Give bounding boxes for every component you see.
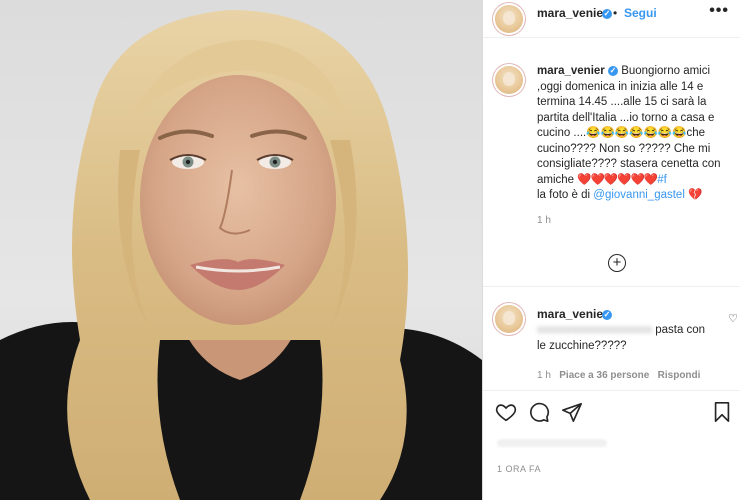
caption-time[interactable]: 1 h [537,215,551,226]
share-icon[interactable] [561,401,583,423]
divider [483,286,740,287]
photo-credit-prefix: la foto è di [537,189,591,201]
post-header: mara_venier ✓ • Segui ••• [483,0,740,38]
follow-button[interactable]: Segui [624,6,657,20]
caption-mention[interactable]: @giovanni_gastel [593,189,685,201]
comment-avatar[interactable] [495,305,523,333]
caption-username[interactable]: mara_venier [537,65,605,77]
author-avatar[interactable] [495,5,523,33]
heart-icon[interactable] [495,401,517,423]
action-bar: 1 ORA FA [483,390,740,501]
caption-hashtag[interactable]: #f [657,174,667,186]
comment-hidden-text: xxxxxxxxxxxxxxxxxxxx [537,324,652,336]
post-caption: mara_venier ✓ Buongiorno amici ,oggi dom… [537,64,733,204]
verified-badge-icon: ✓ [602,310,612,320]
comment-text: xxxxxxxxxxxxxxxxxxxx pasta con le zucchi… [537,323,717,354]
post-photo[interactable] [0,0,482,500]
portrait-illustration [0,10,482,500]
separator-dot: • [613,6,618,20]
heart-emojis: ❤️❤️❤️❤️❤️❤️ [577,173,658,186]
post-timestamp: 1 ORA FA [497,464,542,474]
verified-badge-icon: ✓ [607,66,618,76]
comment-like-heart-icon[interactable]: ♡ [728,312,738,325]
post-side-panel: mara_venier ✓ • Segui ••• mara_venier ✓ … [482,0,740,500]
bookmark-icon[interactable] [711,401,733,423]
verified-badge-icon: ✓ [602,9,612,19]
broken-heart-emoji: 💔 [688,189,703,201]
author-username[interactable]: mara_venier [537,6,608,20]
comment-time[interactable]: 1 h [537,370,551,381]
plus-circle-icon[interactable]: + [608,254,626,272]
caption-avatar[interactable] [495,66,523,94]
comment-icon[interactable] [528,401,550,423]
comment-meta: 1 h Piace a 36 persone Rispondi [537,370,700,381]
laugh-emojis: 😂😂😂😂😂😂😂 [586,127,687,139]
more-options-icon[interactable]: ••• [709,2,729,20]
reply-button[interactable]: Rispondi [658,370,701,381]
comment-likes[interactable]: Piace a 36 persone [559,370,649,381]
comment-username[interactable]: mara_venier [537,307,608,321]
likes-count-blurred [497,439,607,447]
